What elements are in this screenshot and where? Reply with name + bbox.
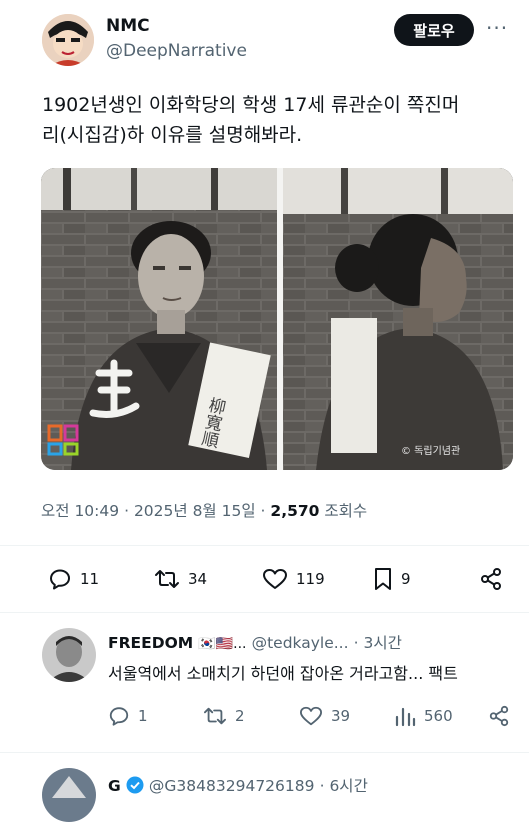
like-button[interactable]: 119 <box>262 567 325 591</box>
photo-watermark: © 독립기념관 <box>401 444 460 457</box>
reply2-author-handle[interactable]: @G38483294726189 <box>149 777 315 795</box>
divider <box>0 612 529 613</box>
view-count: 560 <box>424 707 453 725</box>
author-name[interactable]: NMC <box>106 16 150 36</box>
repost-icon <box>203 705 227 727</box>
post-time[interactable]: 오전 10:49 <box>41 502 119 520</box>
reply-share-button[interactable] <box>488 705 510 727</box>
reply-reply-button[interactable]: 1 <box>108 705 148 727</box>
reply-time[interactable]: · 3시간 <box>354 634 402 652</box>
more-options-icon[interactable]: ··· <box>486 16 508 40</box>
reply-header: FREEDOM 🇰🇷🇺🇸... @tedkayle... · 3시간 <box>108 631 402 653</box>
reply-author-handle[interactable]: @tedkayle... <box>252 634 349 652</box>
analytics-icon <box>394 705 416 727</box>
post-text-line: 1902년생인 이화학당의 학생 17세 류관순이 쪽진머 <box>42 94 460 116</box>
post-text: 1902년생인 이화학당의 학생 17세 류관순이 쪽진머 리(시집감)하 이유… <box>42 90 512 150</box>
heart-icon <box>262 567 288 591</box>
reply-views-button[interactable]: 560 <box>394 705 453 727</box>
reply-count: 1 <box>138 707 148 725</box>
post-date[interactable]: 2025년 8월 15일 <box>134 502 256 520</box>
divider <box>0 752 529 753</box>
author-handle[interactable]: @DeepNarrative <box>106 41 247 61</box>
reply2-header: G @G38483294726189 · 6시간 <box>108 774 368 798</box>
author-avatar[interactable] <box>42 14 94 66</box>
share-icon <box>488 705 510 727</box>
reply-button[interactable]: 11 <box>48 567 99 591</box>
share-icon <box>479 567 503 591</box>
divider <box>0 545 529 546</box>
repost-count: 34 <box>188 570 208 588</box>
repost-count: 2 <box>235 707 245 725</box>
verified-badge-icon <box>126 776 144 798</box>
follow-button[interactable]: 팔로우 <box>394 14 474 46</box>
prison-mugshot-image: 柳寬順 © 독립기념관 <box>41 168 513 470</box>
meta-separator: · <box>260 502 266 520</box>
reply2-avatar[interactable] <box>42 768 96 822</box>
repost-button[interactable]: 34 <box>154 567 207 591</box>
bookmark-button[interactable]: 9 <box>373 567 411 591</box>
reply2-author-name[interactable]: G <box>108 777 121 795</box>
reply-like-button[interactable]: 39 <box>299 705 350 727</box>
bookmark-icon <box>373 567 393 591</box>
view-count: 2,570 <box>270 502 320 520</box>
reply2-time[interactable]: · 6시간 <box>320 777 368 795</box>
like-count: 39 <box>331 707 351 725</box>
reply-text: 서울역에서 소매치기 하던애 잡아온 거라고함... 팩트 <box>108 664 458 683</box>
heart-icon <box>299 705 323 727</box>
reply-repost-button[interactable]: 2 <box>203 705 245 727</box>
reply-author-name[interactable]: FREEDOM <box>108 634 193 652</box>
flags-emoji: 🇰🇷🇺🇸... <box>198 636 247 652</box>
repost-icon <box>154 567 180 591</box>
reply-avatar[interactable] <box>42 628 96 682</box>
reply-icon <box>108 705 130 727</box>
bookmark-count: 9 <box>401 570 411 588</box>
like-count: 119 <box>296 570 325 588</box>
reply-count: 11 <box>80 570 100 588</box>
view-count-label: 조회수 <box>324 502 368 520</box>
post-photo[interactable]: 柳寬順 © 독립기념관 <box>41 168 513 470</box>
post-text-line: 리(시집감)하 이유를 설명해봐라. <box>42 124 303 146</box>
reply-icon <box>48 567 72 591</box>
meta-separator: · <box>124 502 129 520</box>
share-button[interactable] <box>479 567 503 591</box>
post-meta: 오전 10:49 · 2025년 8월 15일 · 2,570 조회수 <box>41 499 367 521</box>
